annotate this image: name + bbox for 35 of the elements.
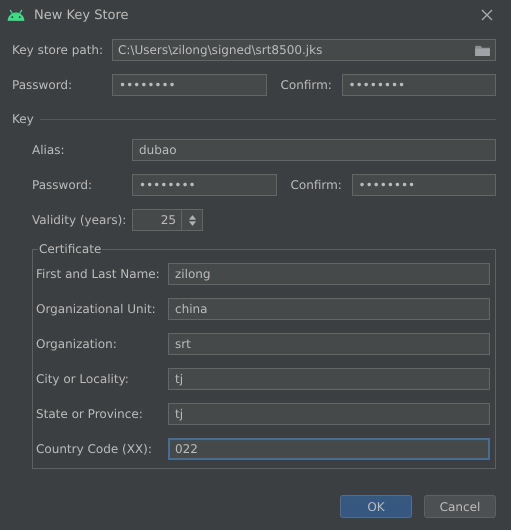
field-label: Organization: <box>36 337 118 351</box>
folder-icon[interactable] <box>475 44 490 56</box>
android-icon <box>6 9 26 21</box>
field-label: Country Code (XX): <box>36 442 153 456</box>
close-icon[interactable] <box>481 9 493 21</box>
number-spinner[interactable]: 25 <box>132 209 203 231</box>
input-field[interactable]: srt <box>168 333 490 355</box>
input-field[interactable]: •••••••• <box>132 174 276 196</box>
input-field[interactable]: dubao <box>132 139 496 161</box>
field-label: Alias: <box>32 143 66 157</box>
input-field[interactable]: tj <box>168 403 490 425</box>
path-field[interactable]: C:\Users\zilong\signed\srt8500.jks <box>112 39 496 61</box>
stepper-icon[interactable] <box>188 214 196 226</box>
field-label: Password: <box>32 178 94 192</box>
input-field[interactable]: zilong <box>168 263 490 285</box>
ok-button[interactable]: OK <box>340 495 412 518</box>
field-label: State or Province: <box>36 407 144 421</box>
field-label: Organizational Unit: <box>36 302 157 316</box>
input-field[interactable]: •••••••• <box>112 74 266 96</box>
input-field[interactable]: •••••••• <box>342 74 496 96</box>
field-label: First and Last Name: <box>36 267 161 281</box>
section-title: Key <box>12 112 34 126</box>
input-field[interactable]: tj <box>168 368 490 390</box>
field-label: Validity (years): <box>32 213 128 227</box>
input-field[interactable]: china <box>168 298 490 320</box>
group-title: Certificate <box>38 242 102 256</box>
input-field[interactable]: 022 <box>168 438 490 460</box>
field-label: City or Locality: <box>36 372 130 386</box>
field-label: Key store path: <box>12 43 104 57</box>
field-label: Confirm: <box>290 178 343 192</box>
field-label: Password: <box>12 78 74 92</box>
window-title: New Key Store <box>34 8 129 22</box>
field-label: Confirm: <box>280 78 333 92</box>
input-field[interactable]: •••••••• <box>352 174 496 196</box>
cancel-button[interactable]: Cancel <box>424 495 496 518</box>
